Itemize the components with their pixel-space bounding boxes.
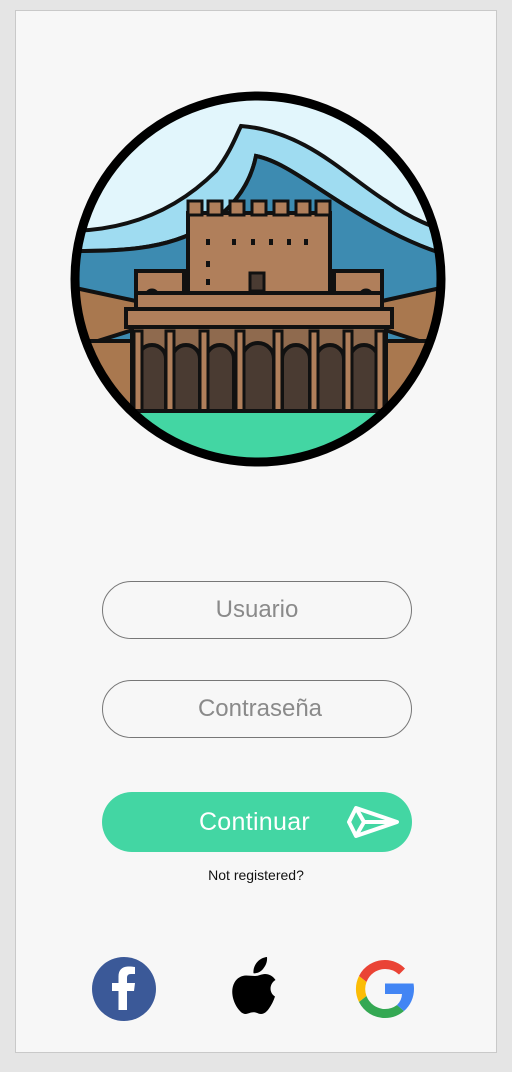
username-input[interactable] [103, 595, 411, 625]
alhambra-illustration [70, 91, 446, 467]
facebook-icon[interactable] [91, 956, 157, 1022]
login-screen: Continuar Not registered? [15, 10, 497, 1053]
continue-button[interactable]: Continuar [102, 792, 412, 852]
password-input[interactable] [103, 694, 411, 724]
send-icon [347, 806, 399, 838]
password-field[interactable] [102, 680, 412, 738]
register-link[interactable]: Not registered? [16, 867, 496, 883]
apple-icon[interactable] [222, 951, 288, 1017]
google-icon[interactable] [352, 956, 418, 1022]
username-field[interactable] [102, 581, 412, 639]
